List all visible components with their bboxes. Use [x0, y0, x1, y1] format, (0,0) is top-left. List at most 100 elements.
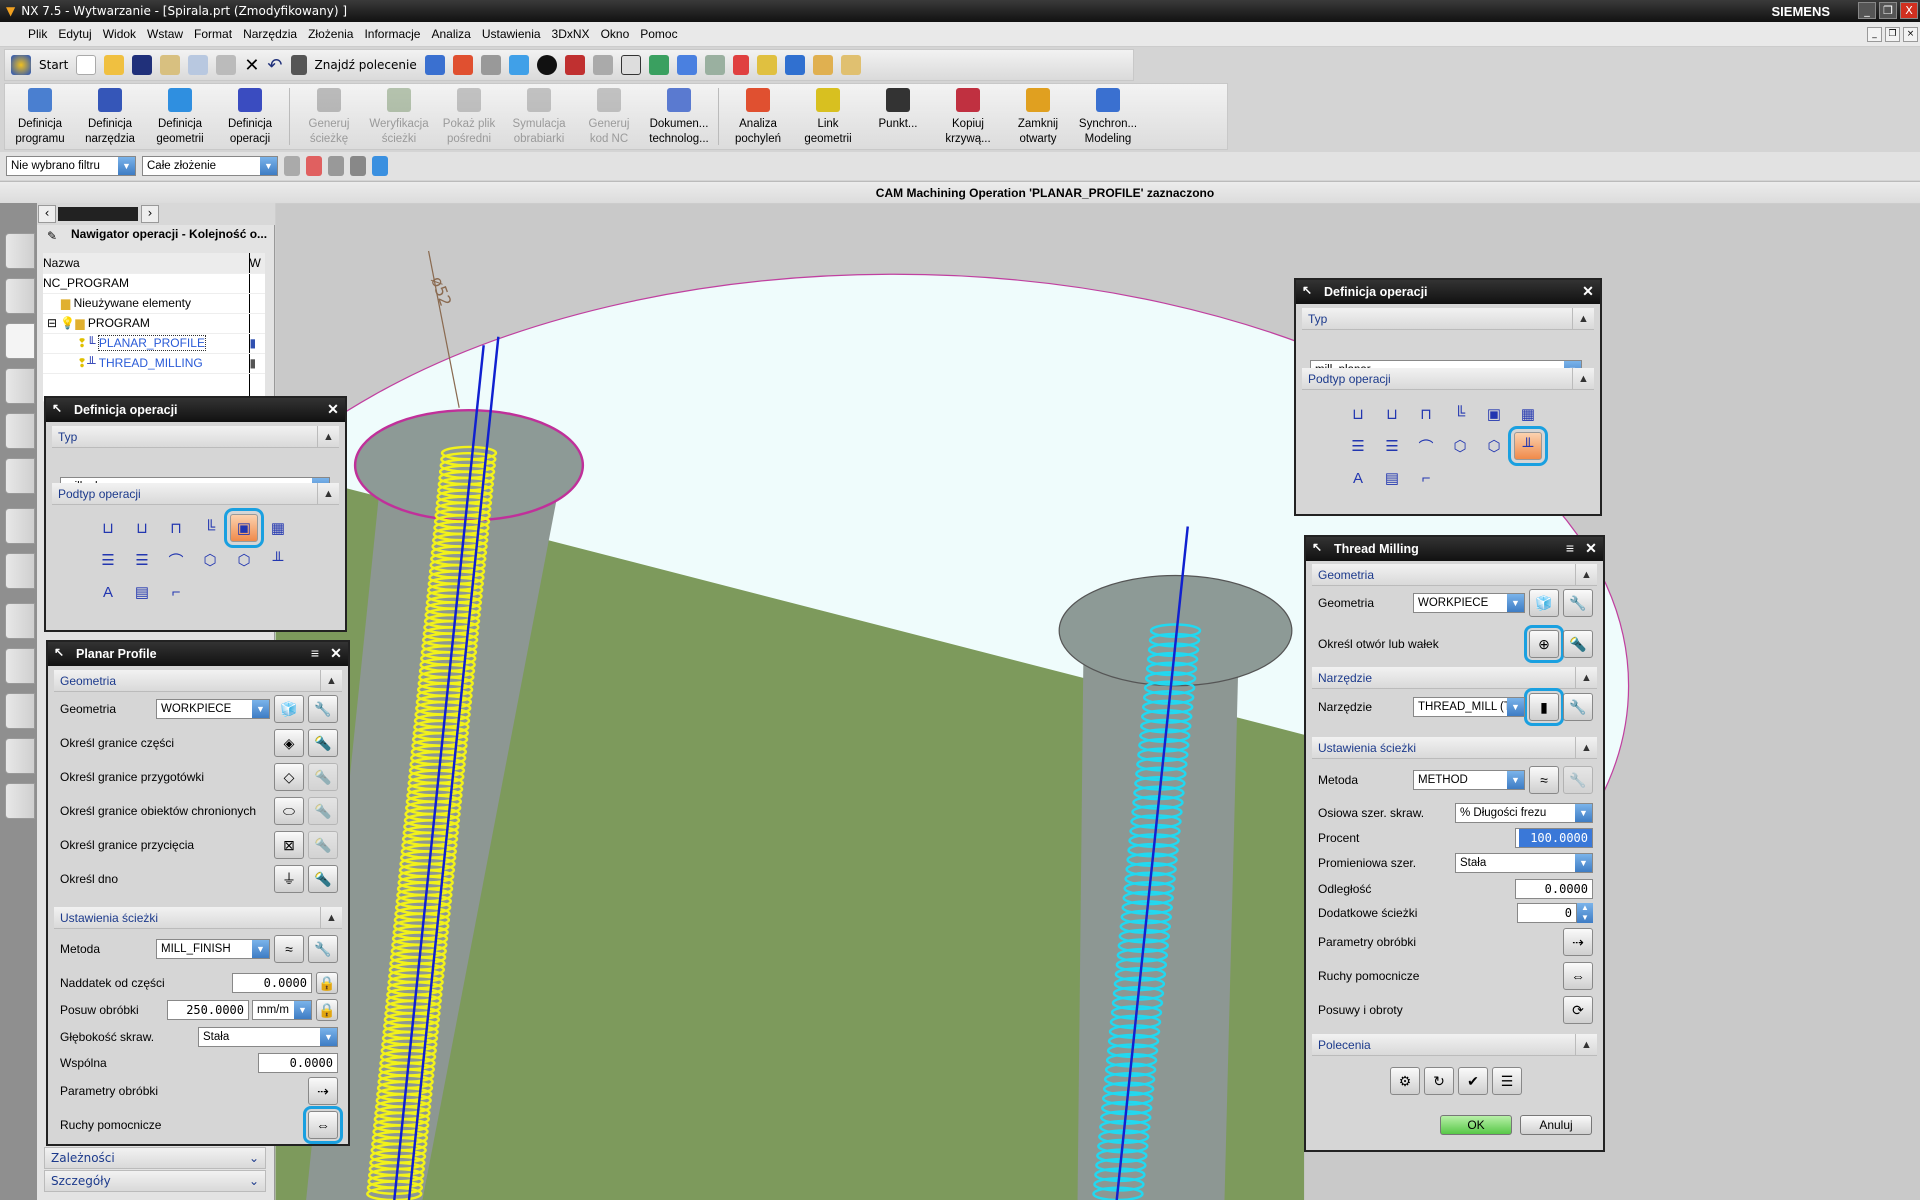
tree-row[interactable]: ❢╙ PLANAR_PROFILE ▮ — [43, 333, 265, 354]
render-style-icon[interactable] — [480, 55, 501, 75]
navigator-pin-icon[interactable]: ✎ — [47, 229, 57, 243]
ribbon-button-11[interactable]: Link geometrii — [793, 84, 863, 149]
cut-icon[interactable] — [160, 55, 181, 75]
ribbon-button-8[interactable]: Generuj kod NC — [574, 84, 644, 149]
subtype-icon-2[interactable]: ⊓ — [162, 514, 190, 542]
distance-input[interactable]: 0.0000 — [1515, 879, 1593, 899]
percent-input[interactable]: 100.0000 — [1515, 828, 1593, 848]
cut-depth-select[interactable]: Stała ▼ — [198, 1027, 338, 1047]
generate-icon[interactable]: ⚙ — [1390, 1067, 1420, 1095]
specify-trim-boundary-button[interactable]: ⊠ — [274, 831, 304, 859]
info-tab[interactable] — [5, 508, 35, 544]
navigator-tab-scroller[interactable]: ‹ › — [37, 203, 275, 225]
tool-library-tab[interactable] — [5, 693, 35, 729]
ribbon-button-12[interactable]: Punkt... — [863, 84, 933, 149]
subtype-icon-4[interactable]: ▣ — [224, 508, 264, 548]
shading-icon[interactable] — [536, 55, 557, 75]
tree-item-planar-profile[interactable]: ❢╙ PLANAR_PROFILE — [43, 333, 249, 354]
non-cutting-moves-button[interactable]: ⇔ — [303, 1106, 343, 1144]
find-command-button[interactable]: Znajdź polecenie — [315, 58, 417, 72]
path-settings-section-header[interactable]: Ustawienia ścieżki ▲ — [1312, 737, 1597, 759]
new-tool-button[interactable]: ▮ — [1524, 688, 1564, 726]
tree-item-nc-program[interactable]: NC_PROGRAM — [43, 273, 249, 294]
ribbon-button-15[interactable]: Synchron... Modeling — [1073, 84, 1143, 149]
hide-icon[interactable] — [592, 55, 613, 75]
actions-section-header[interactable]: Polecenia ▲ — [1312, 1034, 1597, 1056]
subtype-icon-14[interactable]: ⌐ — [1412, 464, 1440, 492]
filter-icon[interactable] — [284, 156, 300, 176]
scroll-left-icon[interactable]: ‹ — [38, 205, 56, 223]
subtype-icon-1[interactable]: ⊔ — [128, 514, 156, 542]
operation-navigator-tab[interactable] — [5, 323, 35, 359]
menu-narzedzia[interactable]: Narzędzia — [243, 27, 297, 41]
specify-floor-button[interactable]: ⏚ — [274, 865, 304, 893]
subtype-icon-13[interactable]: ▤ — [128, 578, 156, 606]
menu-edytuj[interactable]: Edytuj — [58, 27, 91, 41]
chevron-up-icon[interactable]: ▲ — [1575, 564, 1597, 586]
cutting-parameters-button[interactable]: ⇢ — [308, 1077, 338, 1105]
subtype-icon-3[interactable]: ╚ — [196, 514, 224, 542]
close-icon[interactable]: ✕ — [1579, 282, 1597, 300]
subtype-icon-6[interactable]: ☰ — [1344, 432, 1372, 460]
subtype-icon-6[interactable]: ☰ — [94, 546, 122, 574]
chevron-up-icon[interactable]: ▲ — [1575, 667, 1597, 689]
tree-row[interactable]: ⊟ 💡▆ PROGRAM — [43, 313, 265, 334]
tree-row[interactable]: ▆ Nieużywane elementy — [43, 293, 265, 314]
history-tab[interactable] — [5, 413, 35, 449]
type-section-header[interactable]: Typ ▲ — [1302, 308, 1594, 330]
background-icon[interactable] — [620, 55, 641, 75]
chevron-up-icon[interactable]: ▲ — [1575, 1034, 1597, 1056]
method-select[interactable]: MILL_FINISH ▼ — [156, 939, 270, 959]
pin-icon[interactable]: ↖ — [52, 401, 62, 415]
system-scene-tab[interactable] — [5, 783, 35, 819]
ribbon-button-3[interactable]: Definicja operacji — [215, 84, 285, 149]
restore-button[interactable]: ❐ — [1879, 2, 1897, 19]
collapse-icon[interactable]: ⊟ — [47, 316, 60, 330]
fit-view-icon[interactable] — [452, 55, 473, 75]
subtype-section-header[interactable]: Podtyp operacji ▲ — [52, 483, 339, 505]
new-geometry-button[interactable]: 🧊 — [274, 695, 304, 723]
undo-icon[interactable]: ↶ — [267, 55, 282, 76]
path-settings-section-header[interactable]: Ustawienia ścieżki ▲ — [54, 907, 342, 929]
subtype-icon-11[interactable]: ╨ — [1508, 426, 1548, 466]
process-studio-tab[interactable] — [5, 648, 35, 684]
menu-zlozenia[interactable]: Złożenia — [308, 27, 353, 41]
close-icon[interactable]: ✕ — [1582, 539, 1600, 557]
menu-plik[interactable]: Plik — [28, 27, 47, 41]
ribbon-button-10[interactable]: Analiza pochyleń — [723, 84, 793, 149]
ok-button[interactable]: OK — [1440, 1115, 1512, 1135]
common-depth-input[interactable]: 0.0000 — [258, 1053, 338, 1073]
part-stock-input[interactable]: 0.0000 — [232, 973, 312, 993]
minimize-button[interactable]: _ — [1858, 2, 1876, 19]
orient-view-icon[interactable] — [508, 55, 529, 75]
measure-angle-icon[interactable] — [840, 55, 861, 75]
display-flashlight-icon[interactable]: 🔦 — [308, 865, 338, 893]
subtype-icon-3[interactable]: ╚ — [1446, 400, 1474, 428]
doc-minimize-button[interactable]: _ — [1867, 27, 1882, 42]
non-cutting-moves-button[interactable]: ⇔ — [1563, 962, 1593, 990]
subtype-icon-13[interactable]: ▤ — [1378, 464, 1406, 492]
roles-tab[interactable] — [5, 738, 35, 774]
subtype-icon-7[interactable]: ☰ — [1378, 432, 1406, 460]
ribbon-button-5[interactable]: Weryfikacja ścieżki — [364, 84, 434, 149]
axial-stepover-select[interactable]: % Długości frezu ▼ — [1455, 803, 1593, 823]
close-button[interactable]: X — [1900, 2, 1918, 19]
ribbon-button-7[interactable]: Symulacja obrabiarki — [504, 84, 574, 149]
edit-geometry-button[interactable]: 🔧 — [1563, 589, 1593, 617]
edit-method-button[interactable]: 🔧 — [308, 935, 338, 963]
geometry-select[interactable]: WORKPIECE ▼ — [156, 699, 270, 719]
display-flashlight-icon[interactable]: 🔦 — [1563, 630, 1593, 658]
column-name[interactable]: Nazwa — [43, 253, 249, 274]
subtype-icon-9[interactable]: ⬡ — [196, 546, 224, 574]
subtype-icon-9[interactable]: ⬡ — [1446, 432, 1474, 460]
copy-icon[interactable] — [188, 55, 209, 75]
solid-icon[interactable] — [372, 156, 388, 176]
geometry-navigator-tab[interactable] — [5, 278, 35, 314]
specify-hole-boss-button[interactable]: ⊕ — [1524, 625, 1564, 663]
geometry-section-header[interactable]: Geometria ▲ — [1312, 564, 1597, 586]
pin-icon[interactable]: ↖ — [1302, 283, 1312, 297]
new-method-button[interactable]: ≈ — [274, 935, 304, 963]
tree-row[interactable]: NC_PROGRAM — [43, 273, 265, 294]
chevron-up-icon[interactable]: ▲ — [1575, 737, 1597, 759]
type-section-header[interactable]: Typ ▲ — [52, 426, 339, 448]
